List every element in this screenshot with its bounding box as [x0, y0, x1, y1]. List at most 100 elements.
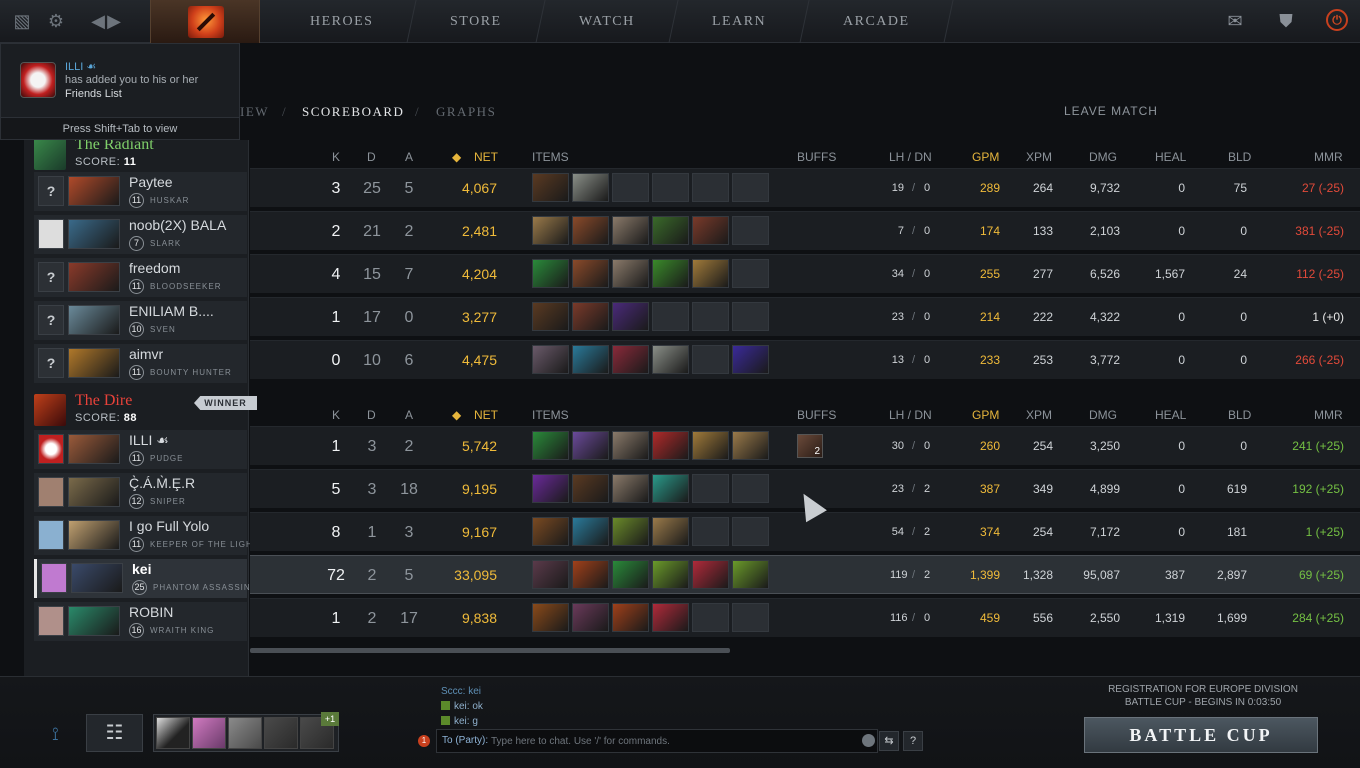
denies: 0: [924, 311, 931, 323]
building-damage: 1,699: [1216, 611, 1247, 625]
nav-tab-heroes[interactable]: HEROES: [267, 0, 418, 43]
friend-notification[interactable]: ILLI ☙ has added you to his or her Frien…: [0, 43, 240, 140]
hero-portrait: [68, 176, 120, 206]
battle-cup-line-1: REGISTRATION FOR EUROPE DIVISION: [1108, 684, 1298, 695]
item-slots: [532, 517, 769, 546]
party-member-avatar[interactable]: [264, 717, 298, 749]
mmr-change: 284 (+25): [1292, 611, 1344, 625]
column-header-dmg: DMG: [1089, 408, 1117, 422]
hero-name: HUSKAR: [150, 196, 190, 205]
player-card[interactable]: ILLI ☙ 11 PUDGE: [34, 430, 247, 469]
last-hits: 19: [891, 182, 904, 194]
power-icon[interactable]: ⏻: [1326, 9, 1348, 31]
scoreboard-row[interactable]: 1 17 0 3,277 23 / 0 214 222 4,322 0 0 1 (+0): [250, 297, 1360, 336]
scoreboard-row[interactable]: 2 21 2 2,481 7 / 0 174 133 2,103 0 0 381 (-25): [250, 211, 1360, 250]
column-header-net: NET: [474, 408, 498, 422]
armory-icon[interactable]: ⛊: [1274, 10, 1298, 32]
net-worth: 4,475: [461, 352, 497, 368]
column-header-lhdn: LH / DN: [889, 150, 932, 164]
chat-input[interactable]: [491, 733, 851, 749]
deaths: 3: [367, 481, 377, 498]
damage: 2,103: [1089, 224, 1120, 238]
hero-level: 11: [129, 193, 144, 208]
player-card[interactable]: ? freedom 11 BLOODSEEKER: [34, 258, 247, 297]
team-roster: The Radiant SCORE: 11 ? Paytee 11 HUSKAR noo…: [24, 136, 258, 676]
buff-icon: 2: [797, 434, 823, 458]
nav-tab-learn[interactable]: LEARN: [669, 0, 810, 43]
net-worth: 9,195: [461, 481, 497, 497]
chat-channel-label[interactable]: To (Party):: [442, 735, 488, 746]
mail-icon[interactable]: ✉: [1226, 10, 1244, 32]
gpm: 214: [979, 310, 1000, 324]
party-member-avatar[interactable]: [156, 717, 190, 749]
forward-arrow-icon[interactable]: ▶: [104, 11, 124, 31]
leave-match-button[interactable]: LEAVE MATCH: [1064, 104, 1158, 118]
nav-tab-arcade[interactable]: ARCADE: [800, 0, 954, 43]
chat-input-box[interactable]: To (Party):: [436, 729, 878, 753]
item-icon: [532, 431, 569, 460]
column-header-gpm: GPM: [972, 150, 1000, 164]
empty-item-slot: [692, 302, 729, 331]
chat-message: kei: g: [441, 714, 483, 729]
deaths: 3: [367, 438, 377, 455]
lh-dn-separator: /: [912, 612, 916, 624]
party-member-avatar[interactable]: [228, 717, 262, 749]
tab-scoreboard[interactable]: SCOREBOARD: [302, 104, 404, 120]
dota-plus-icon[interactable]: ▧: [12, 11, 32, 31]
tab-graphs[interactable]: GRAPHS: [436, 104, 496, 120]
scoreboard-row[interactable]: 72 2 5 33,095 119 / 2 1,399 1,328 95,087 387 2,897 6…: [250, 555, 1360, 594]
chat-help-button[interactable]: ?: [903, 731, 923, 751]
nav-tab-watch[interactable]: WATCH: [536, 0, 679, 43]
nav-tab-store[interactable]: STORE: [407, 0, 546, 43]
scoreboard-row[interactable]: 1 3 2 5,742 2 30 / 0 260 254 3,250 0 0 241 (+25): [250, 426, 1360, 465]
tab-overview[interactable]: IEW: [240, 104, 269, 120]
item-icon: [612, 603, 649, 632]
chat-system-line: Sccc: kei: [441, 686, 482, 697]
player-card[interactable]: ROBIN 16 WRAITH KING: [34, 602, 247, 641]
emoji-icon[interactable]: [862, 734, 875, 747]
player-card[interactable]: ? Paytee 11 HUSKAR: [34, 172, 247, 211]
battle-cup-line-2: BATTLE CUP - BEGINS IN 0:03:50: [1124, 697, 1282, 708]
party-button[interactable]: ☷: [86, 714, 143, 752]
gpm: 1,399: [969, 568, 1000, 582]
scoreboard-row[interactable]: 4 15 7 4,204 34 / 0 255 277 6,526 1,567 24 112 (-25): [250, 254, 1360, 293]
item-icon: [652, 560, 689, 589]
item-icon: [652, 474, 689, 503]
lh-dn-separator: /: [912, 569, 916, 581]
empty-item-slot: [732, 173, 769, 202]
player-card[interactable]: ? ENILIAM B.... 10 SVEN: [34, 301, 247, 340]
kills: 4: [331, 266, 341, 283]
column-header-items: ITEMS: [532, 408, 569, 422]
column-header-k: K: [332, 150, 341, 164]
last-hits: 30: [891, 440, 904, 452]
scoreboard-row[interactable]: 0 10 6 4,475 13 / 0 233 253 3,772 0 0 266 (-25): [250, 340, 1360, 379]
dota-logo-button[interactable]: [150, 0, 260, 43]
item-icon: [652, 431, 689, 460]
top-nav: ▧ ⚙ ◀ ▶ HEROES STORE WATCH LEARN ARCADE …: [0, 0, 1360, 43]
player-card[interactable]: noob(2X) BALA 7 SLARK: [34, 215, 247, 254]
player-name: Ç̀.Á.M̀.Ȩ.R: [129, 475, 196, 491]
chat-channel-button[interactable]: ⇆: [879, 731, 899, 751]
xpm: 254: [1032, 439, 1053, 453]
hero-portrait: [68, 434, 120, 464]
scoreboard-row[interactable]: 1 2 17 9,838 116 / 0 459 556 2,550 1,319 1,699 284 (…: [250, 598, 1360, 637]
horizontal-scrollbar[interactable]: [250, 648, 730, 653]
hero-portrait: [68, 305, 120, 335]
chat-unread-badge: 1: [418, 735, 430, 747]
last-hits: 13: [891, 354, 904, 366]
mmr-change: 192 (+25): [1292, 482, 1344, 496]
party-member-avatar[interactable]: [192, 717, 226, 749]
battle-cup-button[interactable]: BATTLE CUP: [1084, 717, 1318, 753]
player-card[interactable]: Ç̀.Á.M̀.Ȩ.R 12 SNIPER: [34, 473, 247, 512]
settings-gear-icon[interactable]: ⚙: [46, 11, 66, 31]
player-card[interactable]: ? aimvr 11 BOUNTY HUNTER: [34, 344, 247, 383]
player-card[interactable]: kei 25 PHANTOM ASSASSIN: [34, 559, 250, 598]
player-card[interactable]: I go Full Yolo 11 KEEPER OF THE LIGHT: [34, 516, 258, 555]
scoreboard-row[interactable]: 3 25 5 4,067 19 / 0 289 264 9,732 0 75 27 (-25): [250, 168, 1360, 207]
column-header-items: ITEMS: [532, 150, 569, 164]
lh-dn-separator: /: [912, 225, 916, 237]
gpm: 255: [979, 267, 1000, 281]
column-header-bld: BLD: [1228, 408, 1252, 422]
main-nav-tabs: HEROES STORE WATCH LEARN ARCADE: [267, 0, 954, 43]
hero-name: KEEPER OF THE LIGHT: [150, 540, 259, 549]
